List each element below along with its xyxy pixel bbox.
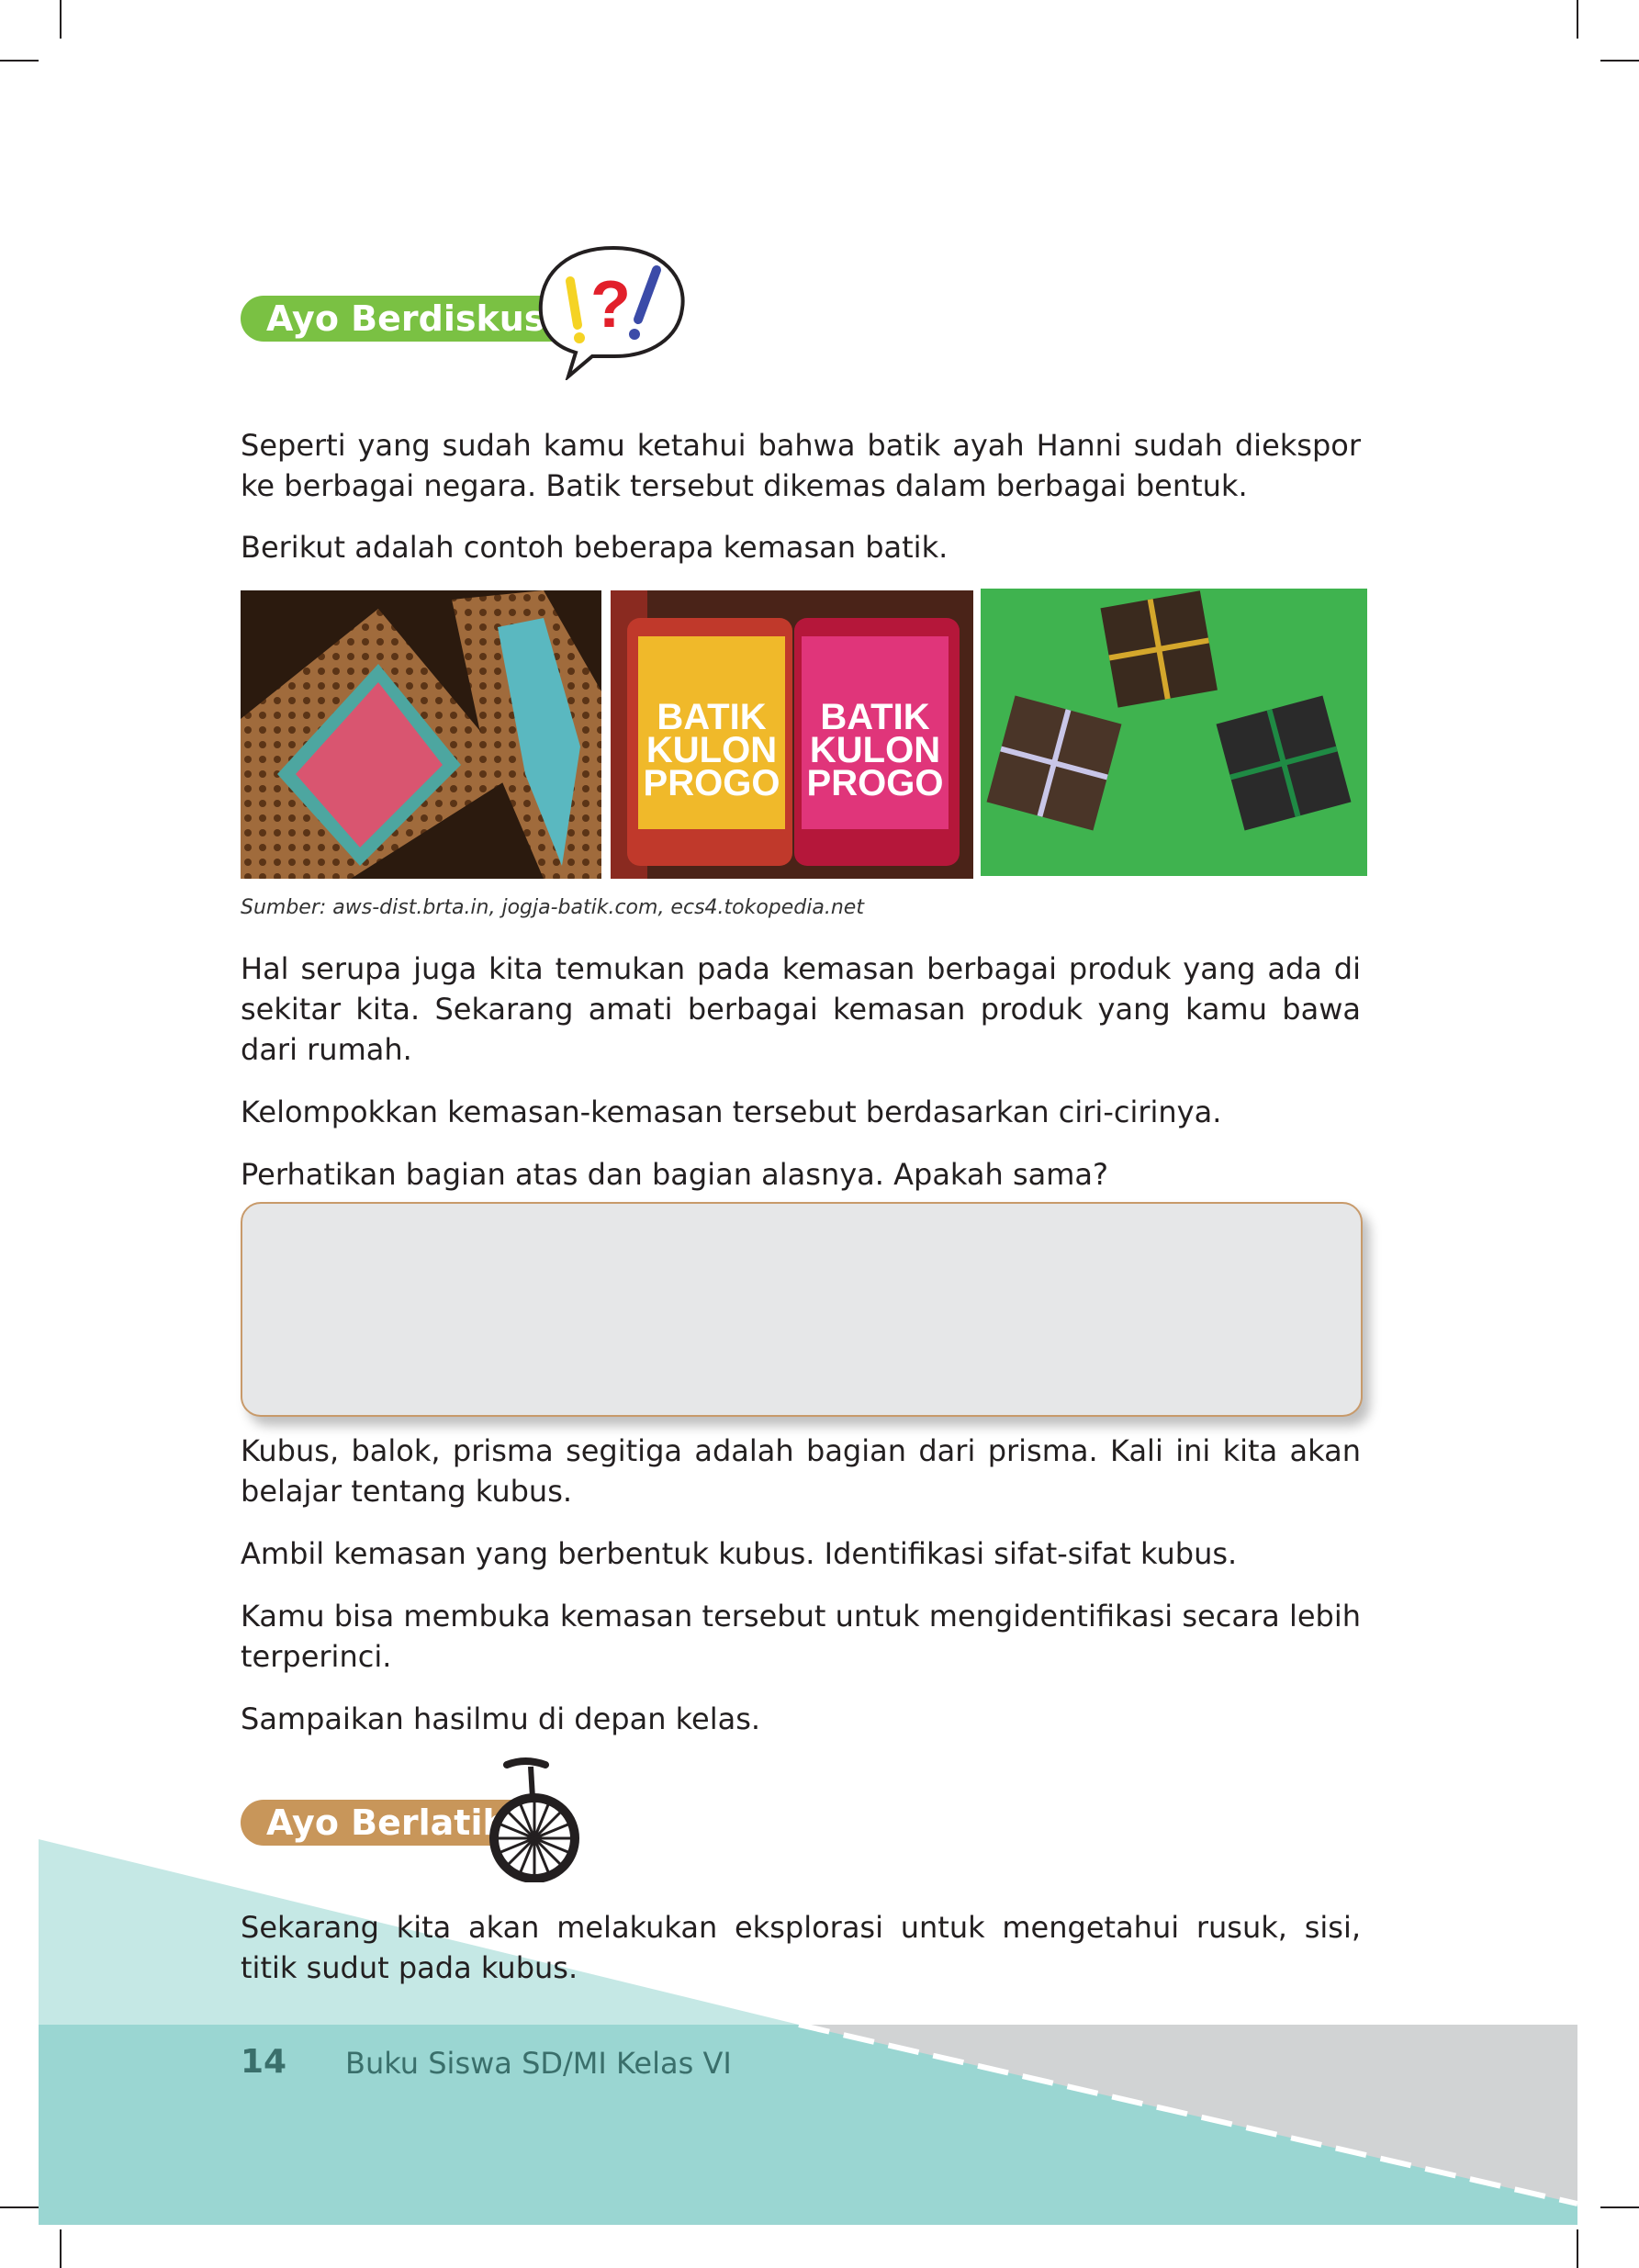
paragraph-examples: Berikut adalah contoh beberapa kemasan b…: [241, 530, 949, 565]
batik-cube-photo: [981, 589, 1367, 876]
paragraph-explore: Sekarang kita akan melakukan eksplorasi …: [241, 1910, 1361, 1985]
paragraph-intro: Seperti yang sudah kamu ketahui bahwa ba…: [241, 428, 1361, 503]
practice-heading-label: Ayo Berlatih: [266, 1802, 508, 1843]
batik-box-photo: [241, 590, 601, 879]
image-caption: Sumber: aws-dist.brta.in, jogja-batik.co…: [241, 896, 864, 919]
batik-tube-photo: BATIK KULON PROGO BATIK KULON PROGO: [611, 590, 973, 879]
discussion-heading: Ayo Berdiskusi: [241, 296, 583, 342]
paragraph-group: Kelompokkan kemasan-kemasan tersebut ber…: [241, 1095, 1222, 1129]
page-number: 14: [241, 2043, 287, 2081]
tube-label-yellow: BATIK KULON PROGO: [643, 697, 780, 803]
paragraph-present: Sampaikan hasilmu di depan kelas.: [241, 1701, 761, 1736]
tube-label-pink: BATIK KULON PROGO: [806, 697, 944, 803]
paragraph-prism: Kubus, balok, prisma segitiga adalah bag…: [241, 1433, 1361, 1509]
paragraph-open: Kamu bisa membuka kemasan tersebut untuk…: [241, 1599, 1361, 1674]
question-exclamation-bubble-icon: ?: [538, 245, 685, 380]
discussion-heading-label: Ayo Berdiskusi: [266, 298, 557, 339]
svg-text:?: ?: [590, 268, 631, 342]
paragraph-compare: Perhatikan bagian atas dan bagian alasny…: [241, 1157, 1108, 1192]
unicycle-icon: [489, 1757, 579, 1882]
paragraph-identify: Ambil kemasan yang berbentuk kubus. Iden…: [241, 1536, 1238, 1571]
paragraph-products: Hal serupa juga kita temukan pada kemasa…: [241, 951, 1361, 1067]
answer-box[interactable]: [241, 1202, 1363, 1417]
book-title: Buku Siswa SD/MI Kelas VI: [345, 2046, 732, 2081]
